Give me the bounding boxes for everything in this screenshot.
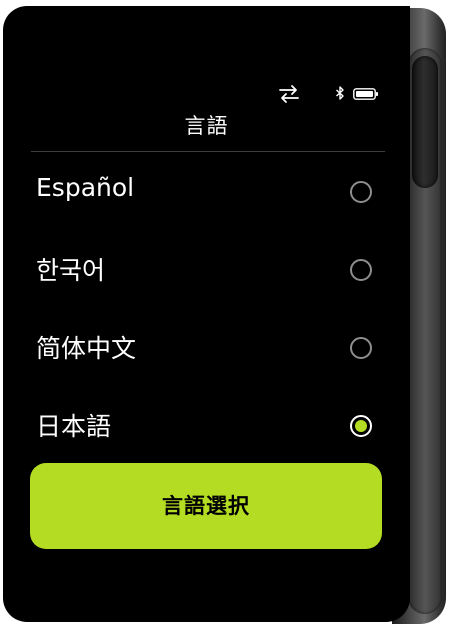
language-option-spanish[interactable]: Español bbox=[3, 154, 410, 224]
radio-button[interactable] bbox=[350, 259, 372, 281]
language-label: 简体中文 bbox=[36, 334, 137, 363]
title-divider bbox=[31, 151, 385, 152]
device-side-button[interactable] bbox=[412, 56, 438, 188]
language-label: 日本語 bbox=[36, 412, 112, 441]
radio-button[interactable] bbox=[350, 337, 372, 359]
language-option-simplified-chinese[interactable]: 简体中文 bbox=[3, 310, 410, 380]
language-label: 한국어 bbox=[36, 256, 106, 285]
screen: 言語 Español 한국어 简体中文 日本語 言語選択 bbox=[3, 6, 410, 622]
language-label: Español bbox=[36, 173, 135, 202]
sync-arrows-icon bbox=[279, 85, 299, 103]
select-language-button[interactable]: 言語選択 bbox=[30, 463, 382, 549]
radio-button-selected[interactable] bbox=[350, 415, 372, 437]
page-title: 言語 bbox=[184, 114, 229, 138]
battery-full-icon bbox=[353, 88, 378, 100]
radio-selected-dot bbox=[355, 420, 367, 432]
bluetooth-icon bbox=[336, 86, 344, 100]
language-option-japanese[interactable]: 日本語 bbox=[3, 388, 410, 458]
status-bar bbox=[3, 84, 410, 106]
device-frame: 言語 Español 한국어 简体中文 日本語 言語選択 bbox=[0, 0, 450, 630]
language-option-korean[interactable]: 한국어 bbox=[3, 232, 410, 302]
radio-button[interactable] bbox=[350, 181, 372, 203]
